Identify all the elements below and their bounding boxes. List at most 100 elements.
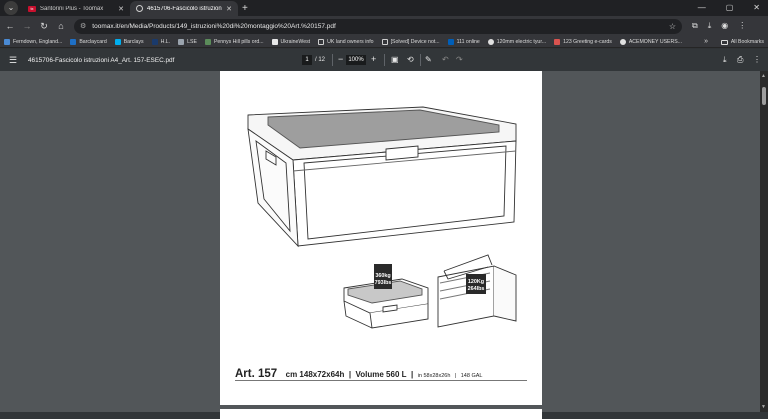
volume-label: Volume 560 L xyxy=(355,370,407,379)
weight-small-kg: 360kg xyxy=(375,273,390,279)
page-total: / 12 xyxy=(315,57,326,63)
folder-icon xyxy=(720,39,728,45)
bookmark-favicon xyxy=(271,38,278,45)
bookmark-item[interactable]: Barclays xyxy=(114,38,144,45)
bookmark-favicon xyxy=(151,38,158,45)
weight-small-lbs: 793lbs xyxy=(375,280,392,286)
bookmark-item[interactable]: 111 online xyxy=(447,38,480,45)
weight-open-lbs: 264lbs xyxy=(468,286,485,292)
toolbar-icons: ⧉ ⤓ ◉ ⋮ xyxy=(692,21,746,31)
bookmark-label: 111 online xyxy=(456,38,480,45)
redo-icon[interactable]: ↷ xyxy=(456,54,463,66)
caption-separator: | xyxy=(454,373,457,379)
bookmark-label: Barclays xyxy=(123,38,144,45)
undo-icon[interactable]: ↶ xyxy=(442,54,449,66)
download-icon[interactable]: ⤓ xyxy=(723,54,727,66)
bookmark-star-icon[interactable]: ☆ xyxy=(669,22,676,31)
bookmark-label: LSE xyxy=(187,38,197,45)
tab-pdf[interactable]: 4615706-Fascicolo istruzioni A4 ✕ xyxy=(130,1,238,16)
fit-page-icon[interactable]: ▣ xyxy=(391,54,399,66)
scroll-up-icon[interactable]: ▲ xyxy=(761,73,766,79)
zoom-in-button[interactable]: + xyxy=(371,53,376,65)
bookmark-favicon xyxy=(619,38,626,45)
scrollbar-thumb[interactable] xyxy=(762,87,766,105)
folder-icon xyxy=(381,38,388,45)
folder-icon xyxy=(318,38,325,45)
toomax-favicon: tx xyxy=(28,5,36,12)
menu-icon[interactable]: ☰ xyxy=(8,55,18,66)
bookmark-label: ACEMONEY USERS... xyxy=(628,38,683,45)
address-bar[interactable]: ⚙ toomax.it/en/Media/Products/149_istruz… xyxy=(74,18,682,34)
bookmark-favicon xyxy=(554,38,561,45)
bookmark-label: Barclaycard xyxy=(79,38,107,45)
pdf-page xyxy=(220,409,542,419)
bookmarks-overflow-button[interactable]: » xyxy=(704,38,708,45)
bookmark-item[interactable]: LSE xyxy=(178,38,197,45)
gallons-label: 148 GAL xyxy=(460,373,483,379)
dimensions-cm: cm 148x72x64h xyxy=(285,370,345,379)
bookmarks-bar: Ferndown, England... Barclaycard Barclay… xyxy=(0,36,768,48)
more-actions-icon[interactable]: ⋮ xyxy=(753,54,761,66)
bookmark-item[interactable]: 120mm electric tyur... xyxy=(487,38,546,45)
maximize-icon[interactable]: ▢ xyxy=(726,0,734,16)
dimensions-in: in 58x28x26h xyxy=(417,373,451,379)
extension-bot-icon[interactable]: ◉ xyxy=(721,21,728,31)
back-icon[interactable]: ← xyxy=(3,21,17,31)
page-number-input[interactable]: 1 xyxy=(302,55,312,65)
bookmark-favicon xyxy=(204,38,211,45)
zoom-level-input[interactable]: 100% xyxy=(346,55,366,65)
caption-rule xyxy=(235,380,527,381)
extensions-icon[interactable]: ⧉ xyxy=(692,21,698,31)
bookmark-item[interactable]: Pennys Hill pills ord... xyxy=(204,38,264,45)
storage-box-illustration: 360kg 793lbs 120Kg 264lbs xyxy=(247,106,517,329)
article-number: Art. 157 xyxy=(235,368,278,380)
tab-toomax[interactable]: tx Santorini Plus - Toomax ✕ xyxy=(22,1,130,16)
bookmark-item[interactable]: 123 Greeting e-cards xyxy=(554,38,612,45)
bookmark-label: UK land owners info xyxy=(327,38,374,45)
bookmark-item[interactable]: UkraineWest xyxy=(271,38,310,45)
print-icon[interactable]: ⎙ xyxy=(737,54,743,66)
bookmark-label: H.L. xyxy=(160,38,171,45)
bookmark-item[interactable]: [Solved] Device not... xyxy=(381,38,440,45)
pdf-viewer[interactable]: 360kg 793lbs 120Kg 264lbs Art. 157 cm 14… xyxy=(0,71,768,419)
scroll-down-icon[interactable]: ▼ xyxy=(761,404,766,410)
vertical-scrollbar[interactable]: ▲ ▼ xyxy=(760,71,768,412)
window-controls: — ▢ ✕ xyxy=(698,0,768,16)
toolbar-divider xyxy=(384,54,385,66)
bookmark-favicon xyxy=(70,38,77,45)
home-icon[interactable]: ⌂ xyxy=(54,21,68,31)
zoom-out-button[interactable]: − xyxy=(338,53,343,65)
bookmark-item[interactable]: H.L. xyxy=(151,38,171,45)
site-info-icon[interactable]: ⚙ xyxy=(80,22,86,30)
weight-open-kg: 120Kg xyxy=(468,279,484,285)
reload-icon[interactable]: ↻ xyxy=(37,21,51,32)
minimize-icon[interactable]: — xyxy=(698,0,706,16)
caption-separator: | xyxy=(410,370,414,379)
all-bookmarks-button[interactable]: All Bookmarks xyxy=(720,36,764,48)
toolbar-divider xyxy=(332,54,333,66)
close-tab-icon[interactable]: ✕ xyxy=(118,5,124,13)
bookmark-item[interactable]: Ferndown, England... xyxy=(4,38,62,45)
bookmark-favicon xyxy=(487,38,494,45)
new-tab-button[interactable]: + xyxy=(242,1,248,16)
bookmark-item[interactable]: ACEMONEY USERS... xyxy=(619,38,683,45)
bookmark-label: 123 Greeting e-cards xyxy=(563,38,612,45)
close-window-icon[interactable]: ✕ xyxy=(753,0,760,16)
annotate-pen-icon[interactable]: ✎ xyxy=(425,54,432,66)
tab-search-button[interactable]: ⌄ xyxy=(4,1,18,15)
pdf-document-name: 4615706-Fascicolo istruzioni A4_Art. 157… xyxy=(28,56,175,64)
pdf-toolbar: ☰ 4615706-Fascicolo istruzioni A4_Art. 1… xyxy=(0,49,768,71)
all-bookmarks-label: All Bookmarks xyxy=(730,39,764,45)
bookmark-label: [Solved] Device not... xyxy=(390,38,440,45)
pdf-page: 360kg 793lbs 120Kg 264lbs Art. 157 cm 14… xyxy=(220,71,542,405)
forward-icon[interactable]: → xyxy=(20,21,34,31)
download-icon[interactable]: ⤓ xyxy=(708,21,712,31)
bookmark-favicon xyxy=(4,38,10,45)
rotate-icon[interactable]: ⟲ xyxy=(407,54,414,66)
close-tab-icon[interactable]: ✕ xyxy=(226,5,232,13)
more-menu-icon[interactable]: ⋮ xyxy=(738,21,746,31)
bookmark-item[interactable]: UK land owners info xyxy=(318,38,374,45)
caption-separator: | xyxy=(348,370,352,379)
address-url: toomax.it/en/Media/Products/149_istruzio… xyxy=(92,22,336,30)
bookmark-item[interactable]: Barclaycard xyxy=(70,38,107,45)
